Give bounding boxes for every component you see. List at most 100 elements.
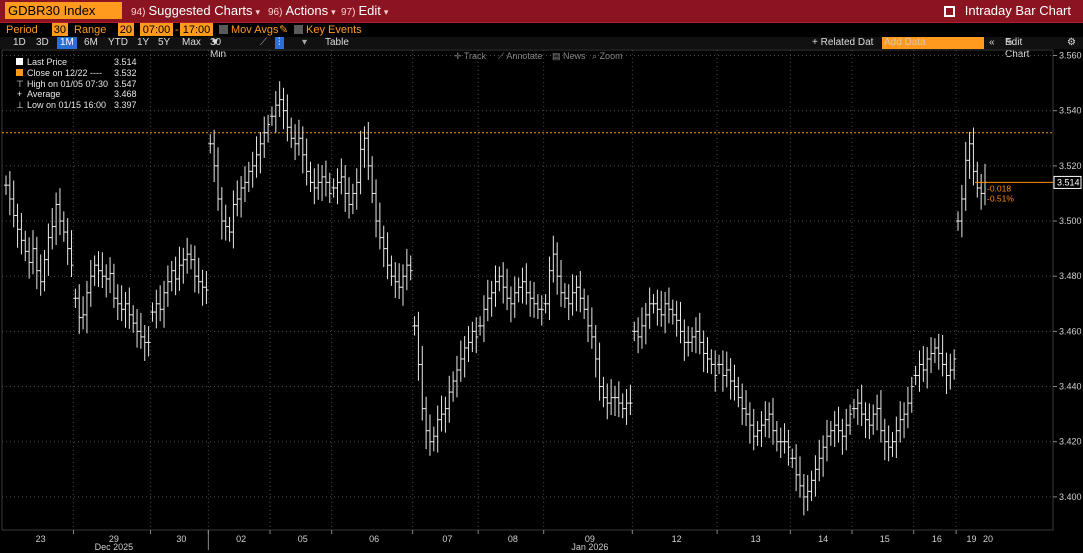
x-tick-label: 30 [176, 534, 186, 544]
x-tick-label: 07 [442, 534, 452, 544]
chart-legend: Last Price 3.514 Close on 12/22 ---- 3.532… [16, 57, 137, 111]
price-bar [466, 326, 471, 362]
x-tick-label: 13 [751, 534, 761, 544]
price-bar [828, 421, 833, 446]
price-bar [736, 376, 741, 408]
month-label: Dec 2025 [95, 542, 134, 552]
y-tick-label: 3.500 [1059, 216, 1082, 226]
price-bar [582, 288, 587, 319]
price-bar [898, 401, 903, 443]
price-bar [666, 287, 671, 324]
price-bar [512, 276, 517, 318]
price-bar [50, 208, 55, 250]
price-bar [7, 171, 12, 216]
high-marker-icon: ⊤ [16, 78, 24, 89]
price-bar [871, 404, 876, 435]
y-tick-label: 3.560 [1059, 51, 1082, 61]
price-bar [921, 346, 926, 382]
price-bar [840, 418, 845, 455]
price-bar [647, 287, 652, 329]
legend-label: Low on 01/15 16:00 [27, 100, 107, 111]
price-bar [100, 252, 105, 289]
change-label: -0.018 [987, 183, 1011, 193]
price-bar [300, 126, 305, 174]
y-tick-label: 3.480 [1059, 271, 1082, 281]
price-bar [177, 246, 182, 291]
price-bar [46, 223, 51, 276]
legend-value: 3.468 [114, 89, 137, 100]
price-bar [42, 250, 47, 292]
price-bar [778, 427, 783, 458]
price-bar [416, 311, 421, 381]
price-bar [628, 384, 633, 415]
price-bar [350, 183, 355, 215]
price-bar [832, 411, 837, 447]
x-tick-label: 15 [880, 534, 890, 544]
price-bar [505, 268, 510, 311]
legend-last-price: Last Price 3.514 [16, 57, 137, 68]
price-bar [713, 350, 718, 392]
price-bar [323, 160, 328, 197]
price-bar [462, 336, 467, 378]
price-bar [520, 267, 525, 304]
legend-label: Close on 12/22 ---- [27, 67, 103, 78]
price-chart[interactable]: 3.400 3.420 3.440 3.460 3.480 3.500 3.520 3.540… [0, 0, 1083, 553]
price-bar [508, 286, 513, 323]
price-bar [686, 326, 691, 357]
price-bar [956, 211, 961, 231]
price-bar [231, 190, 236, 249]
legend-value: 3.397 [114, 100, 137, 111]
x-tick-label: 14 [818, 534, 828, 544]
price-bar [38, 254, 43, 296]
price-bar [254, 136, 259, 178]
price-bar [624, 389, 629, 425]
price-bar [940, 334, 945, 377]
price-bar [609, 379, 614, 415]
price-bar [632, 321, 637, 342]
x-tick-label: 08 [508, 534, 518, 544]
price-bar [269, 106, 274, 126]
price-bar [181, 247, 186, 284]
price-bar [917, 350, 922, 392]
price-bar [204, 270, 209, 305]
legend-swatch [16, 68, 23, 76]
price-bar [763, 401, 768, 438]
price-bar [30, 230, 35, 275]
price-bar [786, 429, 791, 466]
price-bar [154, 289, 159, 329]
price-bar [705, 337, 710, 374]
price-bar [559, 259, 564, 307]
price-bar [643, 302, 648, 345]
price-bar [863, 402, 868, 439]
price-bar [890, 432, 895, 457]
price-bar [478, 316, 483, 336]
price-bar [524, 263, 529, 305]
price-bar [374, 179, 379, 238]
price-bar [65, 218, 70, 265]
price-bar [551, 235, 556, 283]
price-bar [385, 232, 390, 280]
price-bar [547, 256, 552, 321]
price-bar [108, 257, 113, 294]
price-bar [586, 295, 591, 343]
legend-swatch [16, 58, 23, 65]
legend-value: 3.532 [114, 67, 137, 78]
price-bar [651, 294, 656, 314]
price-bar [331, 178, 336, 198]
price-bar [289, 117, 294, 148]
price-bar [196, 257, 201, 294]
price-bar [150, 302, 155, 322]
x-tick-label: 12 [672, 534, 682, 544]
price-bar [528, 280, 533, 317]
y-tick-label: 3.400 [1059, 492, 1082, 502]
price-bar [501, 262, 506, 304]
price-bar [242, 166, 247, 202]
price-bar [354, 168, 359, 210]
price-bar [165, 265, 170, 307]
price-bar [339, 158, 344, 195]
price-bar [848, 404, 853, 435]
price-bar [431, 426, 436, 452]
price-bar [747, 402, 752, 444]
x-tick-label: 02 [236, 534, 246, 544]
price-bar [435, 405, 440, 453]
